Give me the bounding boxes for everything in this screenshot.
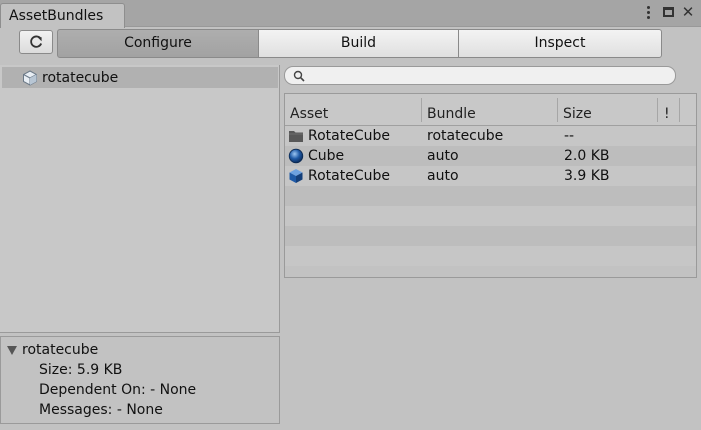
cell-bundle: auto	[427, 168, 459, 184]
maximize-button[interactable]	[661, 5, 675, 19]
details-dependent-on: Dependent On: - None	[39, 382, 197, 398]
table-row[interactable]: RotateCube auto 3.9 KB	[285, 166, 696, 186]
refresh-icon	[30, 35, 43, 48]
cell-asset: Cube	[288, 146, 344, 166]
column-header-bundle[interactable]: Bundle	[422, 94, 557, 126]
column-header-size[interactable]: Size	[558, 94, 656, 126]
column-header-messages[interactable]: !	[659, 94, 679, 126]
tab-build-label: Build	[340, 35, 377, 51]
asset-table: Asset Bundle Size ! RotateCube rotatecub…	[284, 93, 697, 278]
cube-outline-icon	[23, 69, 37, 86]
details-size: Size: 5.9 KB	[39, 362, 123, 378]
cell-bundle: auto	[427, 148, 459, 164]
close-icon[interactable]: ✕	[681, 5, 695, 20]
asset-name: RotateCube	[308, 128, 390, 144]
asset-name: Cube	[308, 148, 345, 164]
window-tab-label: AssetBundles	[9, 8, 104, 24]
tab-build[interactable]: Build	[258, 29, 459, 58]
window-controls: ✕	[641, 5, 695, 20]
search-box	[284, 66, 676, 85]
sphere-icon	[288, 148, 304, 164]
window-tab-strip: AssetBundles ✕	[0, 0, 701, 28]
tree-item-label: rotatecube	[42, 69, 119, 86]
bundle-tree: rotatecube	[0, 65, 280, 333]
bundle-details-panel: rotatecube Size: 5.9 KB Dependent On: - …	[0, 336, 280, 424]
table-row-empty	[285, 206, 696, 226]
expand-triangle-icon	[7, 345, 17, 355]
table-header: Asset Bundle Size !	[285, 94, 696, 126]
cell-asset: RotateCube	[288, 166, 390, 186]
cube-icon	[289, 169, 303, 183]
details-header[interactable]: rotatecube	[7, 340, 279, 360]
table-row-empty	[285, 246, 696, 266]
tab-inspect-label: Inspect	[534, 35, 586, 51]
cell-asset: RotateCube	[288, 126, 390, 146]
asset-name: RotateCube	[308, 168, 390, 184]
column-header-asset[interactable]: Asset	[285, 94, 421, 126]
column-divider[interactable]	[679, 98, 680, 122]
cell-size: 2.0 KB	[564, 148, 610, 164]
refresh-button[interactable]	[19, 30, 53, 54]
table-body: RotateCube rotatecube -- Cube auto 2.0 K…	[285, 126, 696, 266]
column-divider[interactable]	[657, 98, 658, 122]
table-row[interactable]: RotateCube rotatecube --	[285, 126, 696, 146]
tab-configure-label: Configure	[124, 35, 192, 51]
tree-item-rotatecube[interactable]: rotatecube	[2, 67, 278, 88]
cell-size: 3.9 KB	[564, 168, 610, 184]
folder-icon	[289, 131, 303, 142]
table-row-empty	[285, 186, 696, 206]
tab-configure[interactable]: Configure	[57, 29, 259, 58]
search-input[interactable]	[309, 68, 669, 83]
tab-inspect[interactable]: Inspect	[458, 29, 662, 58]
window-tab-assetbundles[interactable]: AssetBundles	[0, 3, 125, 28]
cell-size: --	[564, 128, 575, 144]
cell-bundle: rotatecube	[427, 128, 504, 144]
table-row[interactable]: Cube auto 2.0 KB	[285, 146, 696, 166]
details-title: rotatecube	[22, 342, 99, 358]
details-messages: Messages: - None	[39, 402, 163, 418]
search-icon	[293, 70, 305, 82]
asset-bundles-window: AssetBundles ✕ Configure Build Inspect r…	[0, 0, 701, 430]
table-row-empty	[285, 226, 696, 246]
maximize-icon	[662, 7, 674, 17]
more-options-icon[interactable]	[641, 5, 655, 19]
